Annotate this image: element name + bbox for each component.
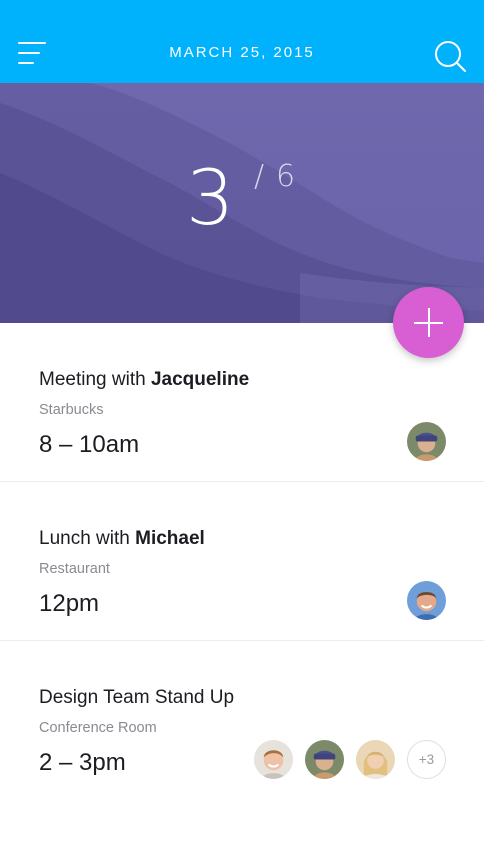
counter-current: 3 bbox=[186, 153, 235, 242]
attendee-list bbox=[407, 581, 446, 621]
event-time: 8 – 10am bbox=[39, 431, 140, 458]
counter-total: 6 bbox=[276, 159, 296, 194]
event-location: Restaurant bbox=[39, 561, 110, 577]
event-title: Design Team Stand Up bbox=[39, 687, 234, 709]
add-event-button[interactable] bbox=[393, 287, 464, 358]
event-time: 2 – 3pm bbox=[39, 749, 126, 776]
event-title-prefix: Design Team Stand Up bbox=[39, 687, 235, 708]
task-counter: 3 / 6 bbox=[0, 143, 484, 263]
plus-icon bbox=[428, 308, 430, 337]
avatar-woman-beanie[interactable] bbox=[407, 422, 446, 461]
event-location: Starbucks bbox=[39, 402, 104, 418]
date-title: MARCH 25, 2015 bbox=[169, 44, 315, 61]
event-list: Meeting with Jacqueline Starbucks 8 – 10… bbox=[0, 323, 484, 800]
more-attendees-badge[interactable]: +3 bbox=[407, 740, 446, 779]
event-title: Meeting with Jacqueline bbox=[39, 369, 249, 391]
avatar-woman-beanie[interactable] bbox=[305, 740, 344, 779]
top-bar: MARCH 25, 2015 bbox=[0, 0, 484, 83]
avatar-man-smiling[interactable] bbox=[407, 581, 446, 620]
event-title-name: Jacqueline bbox=[150, 369, 250, 390]
hero-banner: 3 / 6 bbox=[0, 83, 484, 323]
event-time: 12pm bbox=[39, 590, 100, 617]
attendee-list: +3 bbox=[254, 740, 446, 780]
event-title-prefix: Meeting with bbox=[39, 369, 151, 390]
avatar-man-blond[interactable] bbox=[254, 740, 293, 779]
event-title-name: Michael bbox=[135, 528, 205, 549]
search-icon[interactable] bbox=[432, 38, 468, 74]
event-item[interactable]: Lunch with Michael Restaurant 12pm bbox=[0, 482, 484, 641]
avatar-woman-blonde[interactable] bbox=[356, 740, 395, 779]
event-title: Lunch with Michael bbox=[39, 528, 205, 550]
counter-separator: / bbox=[254, 159, 265, 194]
event-item[interactable]: Design Team Stand Up Conference Room 2 –… bbox=[0, 641, 484, 800]
menu-line bbox=[18, 62, 34, 64]
event-title-prefix: Lunch with bbox=[39, 528, 136, 549]
event-location: Conference Room bbox=[39, 720, 157, 736]
attendee-list bbox=[407, 422, 446, 462]
